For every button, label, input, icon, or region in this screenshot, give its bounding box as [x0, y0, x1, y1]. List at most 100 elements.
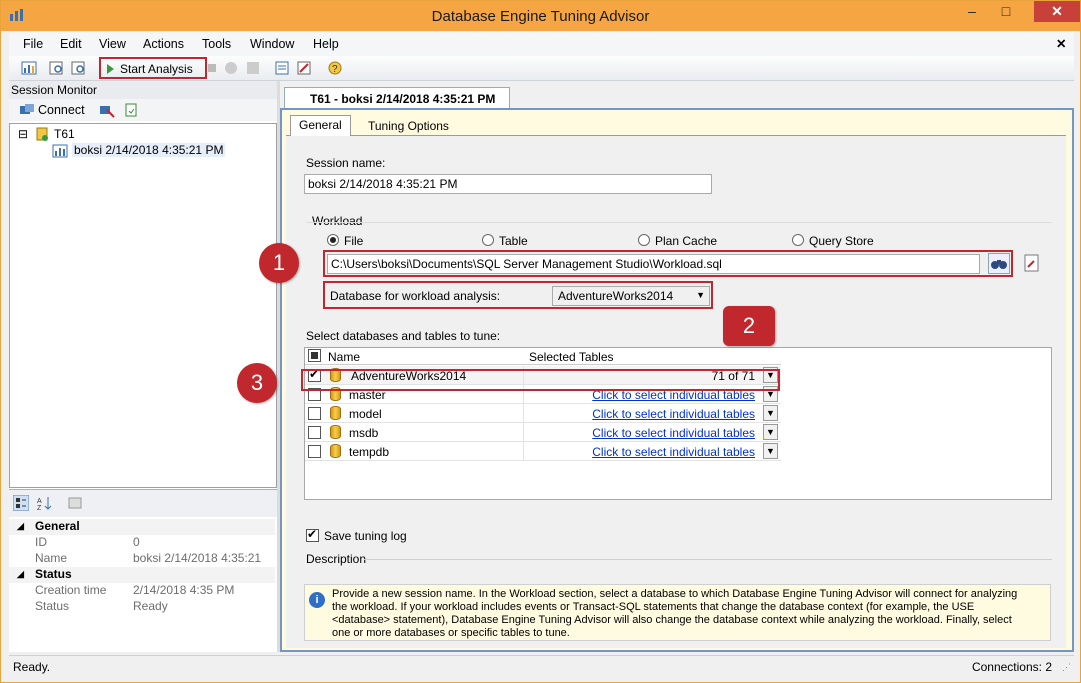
session-icon[interactable]: [274, 60, 290, 76]
svg-text:A: A: [37, 498, 42, 505]
table-row[interactable]: model Click to select individual tables ▼: [305, 404, 781, 423]
select-tables-link[interactable]: Click to select individual tables: [592, 407, 755, 421]
column-name[interactable]: Name: [328, 350, 360, 364]
tab-general[interactable]: General: [290, 115, 351, 136]
prop-category-general[interactable]: ◢ General: [9, 519, 275, 535]
refresh-icon[interactable]: [123, 102, 139, 118]
workload-file-input[interactable]: [327, 254, 980, 274]
status-text: Ready.: [13, 660, 51, 674]
workload-divider: [306, 222, 1052, 223]
tables-dropdown-button[interactable]: ▼: [763, 443, 778, 459]
info-icon: i: [309, 592, 325, 608]
column-selected-tables[interactable]: Selected Tables: [529, 350, 614, 364]
save-recommendations-icon[interactable]: [245, 60, 261, 76]
select-tables-link[interactable]: Click to select individual tables: [592, 445, 755, 459]
cancel-icon[interactable]: [223, 60, 239, 76]
prop-row-name[interactable]: Nameboksi 2/14/2018 4:35:21 PM: [9, 551, 275, 579]
table-row[interactable]: tempdb Click to select individual tables ▼: [305, 442, 781, 461]
resize-grip-icon[interactable]: ⋰: [1062, 662, 1071, 673]
menu-file[interactable]: File: [23, 37, 43, 51]
menu-view[interactable]: View: [99, 37, 126, 51]
database-icon: [330, 444, 341, 458]
database-icon: [330, 406, 341, 420]
select-all-checkbox[interactable]: [308, 349, 321, 362]
radio-plan-cache[interactable]: [638, 234, 650, 246]
options-icon[interactable]: [296, 60, 312, 76]
callout-1: 1: [259, 243, 299, 283]
connect-button[interactable]: Connect: [38, 103, 85, 117]
workload-db-select[interactable]: AdventureWorks2014 ▼: [552, 286, 710, 306]
tree-expander[interactable]: ⊟: [18, 127, 28, 141]
minimize-button[interactable]: –: [958, 1, 986, 23]
database-icon: [330, 425, 341, 439]
prop-row-id[interactable]: ID 0: [9, 535, 275, 551]
table-row[interactable]: msdb Click to select individual tables ▼: [305, 423, 781, 442]
help-icon[interactable]: ?: [327, 60, 343, 76]
stop-icon[interactable]: [204, 60, 220, 76]
preview-xml-icon: [1024, 254, 1039, 272]
description-label: Description: [306, 552, 367, 566]
select-tables-link[interactable]: Click to select individual tables: [592, 426, 755, 440]
prop-row-status[interactable]: Status Ready: [9, 599, 275, 615]
row-checkbox[interactable]: [308, 445, 321, 458]
description-box: i Provide a new session name. In the Wor…: [304, 584, 1051, 641]
description-divider: [364, 559, 1052, 560]
radio-file[interactable]: [327, 234, 339, 246]
close-button[interactable]: ✕: [1034, 1, 1080, 22]
document-tab[interactable]: T61 - boksi 2/14/2018 4:35:21 PM: [284, 87, 510, 109]
tables-dropdown-button[interactable]: ▼: [763, 405, 778, 421]
radio-query-store-label: Query Store: [809, 234, 874, 248]
binoculars-icon: [991, 260, 1007, 269]
new-session-icon[interactable]: [21, 60, 37, 76]
radio-query-store[interactable]: [792, 234, 804, 246]
menu-window[interactable]: Window: [250, 37, 294, 51]
session-name-input[interactable]: [304, 174, 712, 194]
tables-dropdown-button[interactable]: ▼: [763, 424, 778, 440]
minimize-icon: –: [968, 3, 976, 19]
property-pages-icon[interactable]: [67, 495, 83, 511]
prop-row-creation-time[interactable]: Creation time 2/14/2018 4:35 PM: [9, 583, 275, 599]
session-name-label: Session name:: [306, 156, 386, 170]
inner-tab-strip: General Tuning Options: [286, 114, 1066, 136]
row-checkbox[interactable]: [308, 426, 321, 439]
session-tree: ⊟ T61 boksi 2/14/2018 4:35:21 PM: [9, 123, 277, 488]
categorized-icon[interactable]: [13, 495, 29, 511]
sort-alphabetical-icon[interactable]: AZ: [36, 495, 52, 511]
collapse-icon: ◢: [17, 569, 24, 579]
adventureworks-row-highlight: [301, 369, 780, 391]
open-file-icon[interactable]: [71, 60, 87, 76]
select-databases-label: Select databases and tables to tune:: [306, 329, 501, 343]
maximize-icon: □: [1001, 3, 1011, 19]
open-workload-icon[interactable]: [49, 60, 65, 76]
row-checkbox[interactable]: [308, 407, 321, 420]
app-window: Database Engine Tuning Advisor – □ ✕ Fil…: [0, 0, 1081, 683]
save-tuning-log-checkbox[interactable]: [306, 527, 319, 542]
start-analysis-button[interactable]: Start Analysis: [99, 57, 207, 79]
radio-table[interactable]: [482, 234, 494, 246]
browse-file-button[interactable]: [988, 253, 1010, 274]
column-divider: [523, 423, 524, 442]
tab-tuning-options[interactable]: Tuning Options: [360, 117, 457, 136]
radio-plan-cache-label: Plan Cache: [655, 234, 718, 248]
session-monitor-toolbar: Connect: [9, 99, 277, 121]
general-form: Session name: Workload File Table Plan C…: [286, 136, 1066, 648]
description-text: Provide a new session name. In the Workl…: [332, 588, 1018, 639]
mdi-close-icon[interactable]: ✕: [1056, 36, 1066, 51]
tree-session-item[interactable]: boksi 2/14/2018 4:35:21 PM: [72, 143, 226, 157]
radio-table-label: Table: [499, 234, 528, 248]
prop-category-status[interactable]: ◢ Status: [9, 567, 275, 583]
connections-count: Connections: 2: [971, 660, 1052, 674]
menu-actions[interactable]: Actions: [143, 37, 184, 51]
workload-db-value: AdventureWorks2014: [558, 289, 674, 303]
menu-tools[interactable]: Tools: [202, 37, 231, 51]
window-title: Database Engine Tuning Advisor: [431, 8, 650, 25]
disconnect-icon[interactable]: [99, 102, 115, 118]
menu-edit[interactable]: Edit: [60, 37, 82, 51]
session-monitor-panel: Session Monitor Connect ⊟ T61 boksi 2/14…: [9, 81, 277, 652]
menu-help[interactable]: Help: [313, 37, 339, 51]
maximize-button[interactable]: □: [992, 1, 1020, 23]
tree-root[interactable]: T61: [54, 127, 75, 141]
preview-workload-button[interactable]: [1022, 253, 1044, 274]
start-analysis-label: Start Analysis: [120, 62, 193, 76]
session-node-icon: [52, 144, 68, 158]
